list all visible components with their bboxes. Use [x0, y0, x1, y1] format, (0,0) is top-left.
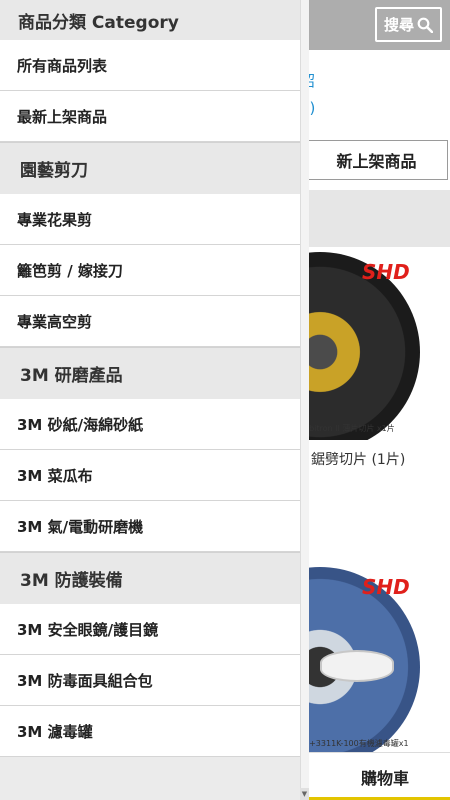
product-card[interactable]: SHD ubitron II 薄片切片 x1片 [300, 250, 450, 440]
menu-item[interactable]: 3M 菜瓜布 [0, 450, 300, 501]
new-products-button[interactable]: 新上架商品 [305, 140, 448, 180]
menu-item[interactable]: 籬笆剪 / 嫁接刀 [0, 245, 300, 296]
drawer-title: 商品分類 Category [0, 0, 300, 40]
cart-button[interactable]: 購物車 [300, 752, 450, 800]
menu-item-all-products[interactable]: 所有商品列表 [0, 40, 300, 91]
menu-item[interactable]: 專業花果剪 [0, 194, 300, 245]
menu-item[interactable]: 3M 氣/電動研磨機 [0, 501, 300, 552]
drawer-scrollbar[interactable] [300, 0, 309, 800]
product-image-filter-cap [320, 650, 394, 682]
product-title[interactable]: 鋸劈切片 (1片) [311, 449, 405, 469]
menu-item[interactable]: 3M 濾毒罐 [0, 706, 300, 757]
search-button[interactable]: 搜尋 [375, 7, 442, 42]
menu-item[interactable]: 專業高空剪 [0, 296, 300, 347]
search-icon [417, 17, 433, 33]
menu-item[interactable]: 3M 防毒面具組合包 [0, 655, 300, 706]
product-image-caption: ubitron II 薄片切片 x1片 [304, 424, 395, 433]
menu-item-new-products[interactable]: 最新上架商品 [0, 91, 300, 142]
menu-item[interactable]: 3M 砂紙/海綿砂紙 [0, 399, 300, 450]
category-drawer: 商品分類 Category 所有商品列表 最新上架商品 園藝剪刀 專業花果剪 籬… [0, 0, 300, 800]
menu-item[interactable]: 3M 安全眼鏡/護目鏡 [0, 604, 300, 655]
brand-logo: SHD [362, 575, 410, 599]
search-label: 搜尋 [383, 16, 414, 34]
brand-logo: SHD [362, 260, 410, 284]
product-image-caption: 1+3311K-100有機濾毒罐x1 [304, 739, 409, 748]
scroll-down-arrow-icon[interactable]: ▼ [300, 788, 309, 800]
menu-group-garden-shears: 園藝剪刀 [0, 142, 300, 194]
menu-group-3m-protection: 3M 防護裝備 [0, 552, 300, 604]
product-card[interactable]: SHD 1+3311K-100有機濾毒罐x1 [300, 565, 450, 755]
menu-group-3m-abrasives: 3M 研磨產品 [0, 347, 300, 399]
section-band [300, 190, 450, 247]
